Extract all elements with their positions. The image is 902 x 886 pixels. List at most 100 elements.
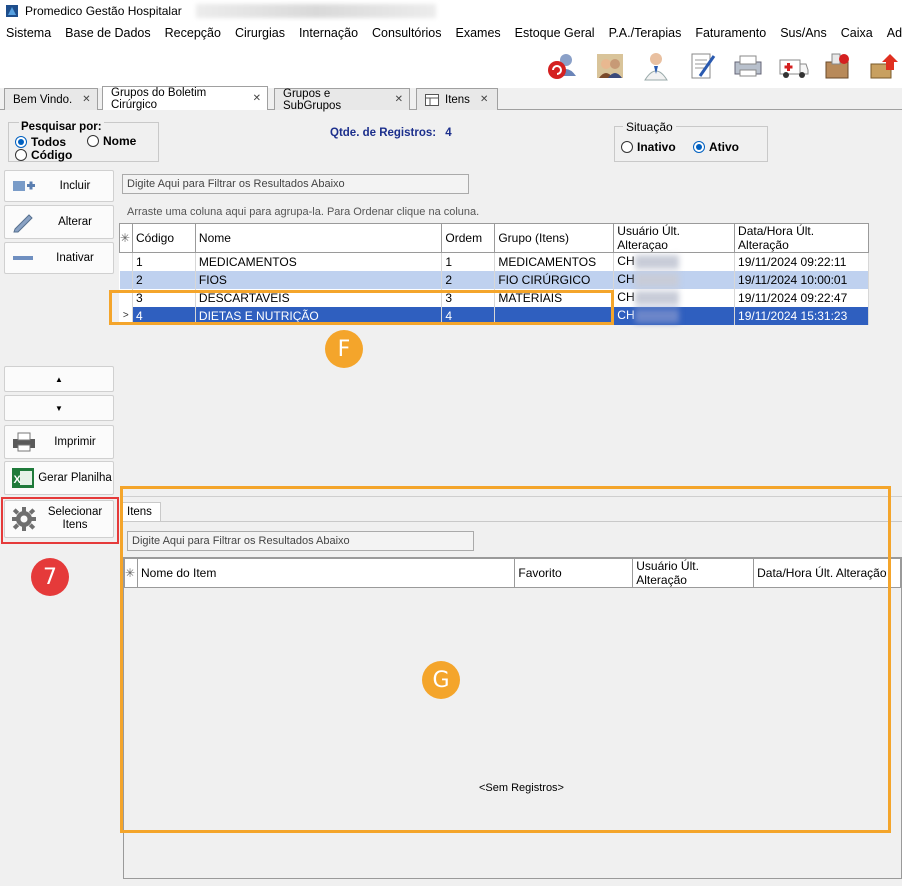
cell-usuario: CH [613,270,736,289]
search-by-group: Pesquisar por: Todos Nome Código [8,121,159,162]
radio-inativo[interactable]: Inativo [621,140,676,154]
row-indicator [119,252,133,271]
record-count-label: Qtde. de Registros: [330,127,437,139]
table-row[interactable]: 2 FIOS 2 FIO CIRÚRGICO CH 19/11/2024 10:… [119,270,869,289]
tab-bem-vindo[interactable]: Bem Vindo. ✕ [4,88,98,110]
cell-ordem: 2 [441,270,496,289]
radio-ativo[interactable]: Ativo [693,140,739,154]
annotation-marker-g: G [422,661,460,699]
imprimir-button[interactable]: Imprimir [4,425,114,459]
tab-label: Grupos do Boletim Cirúrgico [111,86,207,111]
incluir-label: Incluir [59,180,91,192]
cell-usuario-text: CH [617,272,635,287]
tab-grupos-boletim-cirurgico[interactable]: Grupos do Boletim Cirúrgico ✕ [102,86,268,111]
ambulance-icon[interactable] [778,50,810,82]
tab-label: Grupos e SubGrupos [283,87,342,112]
close-icon[interactable]: ✕ [395,94,403,105]
row-indicator [119,270,133,289]
menu-estoque-geral[interactable]: Estoque Geral [508,22,602,44]
group-icon[interactable] [594,50,626,82]
radio-ativo-dot [693,141,705,153]
grid-icon [425,93,439,106]
redacted-user [634,290,679,305]
cell-usuario: CH [613,306,736,325]
tab-label: Itens [445,93,470,106]
menu-pa-terapias[interactable]: P.A./Terapias [602,22,689,44]
radio-nome[interactable]: Nome [87,134,136,148]
cell-grupo: FIO CIRÚRGICO [494,270,615,289]
annotation-marker-7: 7 [31,558,69,596]
svg-text:X: X [14,474,22,486]
col-grupo-itens[interactable]: Grupo (Itens) [494,223,615,253]
add-icon [13,181,35,191]
cell-grupo: MEDICAMENTOS [494,252,615,271]
document-pen-icon[interactable] [686,50,718,82]
menu-sistema[interactable]: Sistema [0,22,58,44]
toolbar [0,44,902,88]
pencil-icon [13,214,33,233]
menu-faturamento[interactable]: Faturamento [688,22,773,44]
cell-data-hora: 19/11/2024 10:00:01 [734,270,869,289]
annotation-box-f [109,290,614,325]
incluir-button[interactable]: Incluir [4,170,114,202]
col-data-hora[interactable]: Data/Hora Últ. Alteração [734,223,869,253]
redacted-user [634,272,679,287]
title-bar: Promedico Gestão Hospitalar [0,0,902,22]
tab-grupos-subgrupos[interactable]: Grupos e SubGrupos ✕ [274,87,410,112]
move-up-button[interactable]: ▲ [4,366,114,392]
cell-data-hora: 19/11/2024 09:22:11 [734,252,869,271]
excel-icon: X [12,468,34,488]
refresh-user-icon[interactable] [546,50,578,82]
redacted-user [634,308,679,323]
alterar-button[interactable]: Alterar [4,205,114,239]
minus-icon [13,256,33,260]
arrow-down-icon: ▼ [55,403,63,413]
gerar-planilha-button[interactable]: X Gerar Planilha [4,461,114,495]
close-icon[interactable]: ✕ [480,94,488,105]
radio-codigo-label: Código [31,148,73,162]
menu-sus-ans[interactable]: Sus/Ans [773,22,834,44]
gerar-planilha-label: Gerar Planilha [38,472,112,484]
group-by-hint: Arraste uma coluna aqui para agrupa-la. … [127,206,480,218]
radio-codigo[interactable]: Código [15,148,72,162]
arrow-up-icon: ▲ [55,374,63,384]
tab-itens[interactable]: Itens ✕ [416,88,498,110]
radio-ativo-label: Ativo [709,140,739,154]
situacao-group: Situação Inativo Ativo [614,120,768,162]
menu-consultorios[interactable]: Consultórios [365,22,448,44]
col-nome[interactable]: Nome [194,223,443,253]
menu-caixa[interactable]: Caixa [834,22,880,44]
menu-recepcao[interactable]: Recepção [158,22,228,44]
record-count: Qtde. de Registros: 4 [330,127,452,139]
menu-bar: Sistema Base de Dados Recepção Cirurgias… [0,22,902,44]
alterar-label: Alterar [58,216,92,228]
search-legend: Pesquisar por: [19,121,104,133]
annotation-marker-f: F [325,330,363,368]
menu-internacao[interactable]: Internação [292,22,365,44]
col-ordem[interactable]: Ordem [441,223,496,253]
col-usuario[interactable]: Usuário Últ. Alteraçao [613,223,736,253]
doctor-icon[interactable] [640,50,672,82]
filter-input[interactable] [122,174,469,194]
cell-nome: FIOS [195,270,443,289]
close-icon[interactable]: ✕ [82,94,90,105]
move-down-button[interactable]: ▼ [4,395,114,421]
col-codigo[interactable]: Código [131,223,196,253]
record-count-value: 4 [445,127,452,139]
situacao-legend: Situação [623,120,676,134]
upload-box-icon[interactable] [868,50,900,82]
inativar-button[interactable]: Inativar [4,242,114,274]
table-row[interactable]: 1 MEDICAMENTOS 1 MEDICAMENTOS CH 19/11/2… [119,252,869,271]
menu-exames[interactable]: Exames [449,22,508,44]
medicine-box-icon[interactable] [822,50,854,82]
menu-administracao[interactable]: Administração [880,22,902,44]
menu-base-de-dados[interactable]: Base de Dados [58,22,157,44]
printer-icon [13,432,35,452]
window-title: Promedico Gestão Hospitalar [25,4,182,18]
radio-todos[interactable]: Todos [15,135,66,149]
redacted-user [634,255,679,270]
close-icon[interactable]: ✕ [253,93,261,104]
menu-cirurgias[interactable]: Cirurgias [228,22,292,44]
imprimir-label: Imprimir [54,436,96,448]
printer-icon[interactable] [732,50,764,82]
